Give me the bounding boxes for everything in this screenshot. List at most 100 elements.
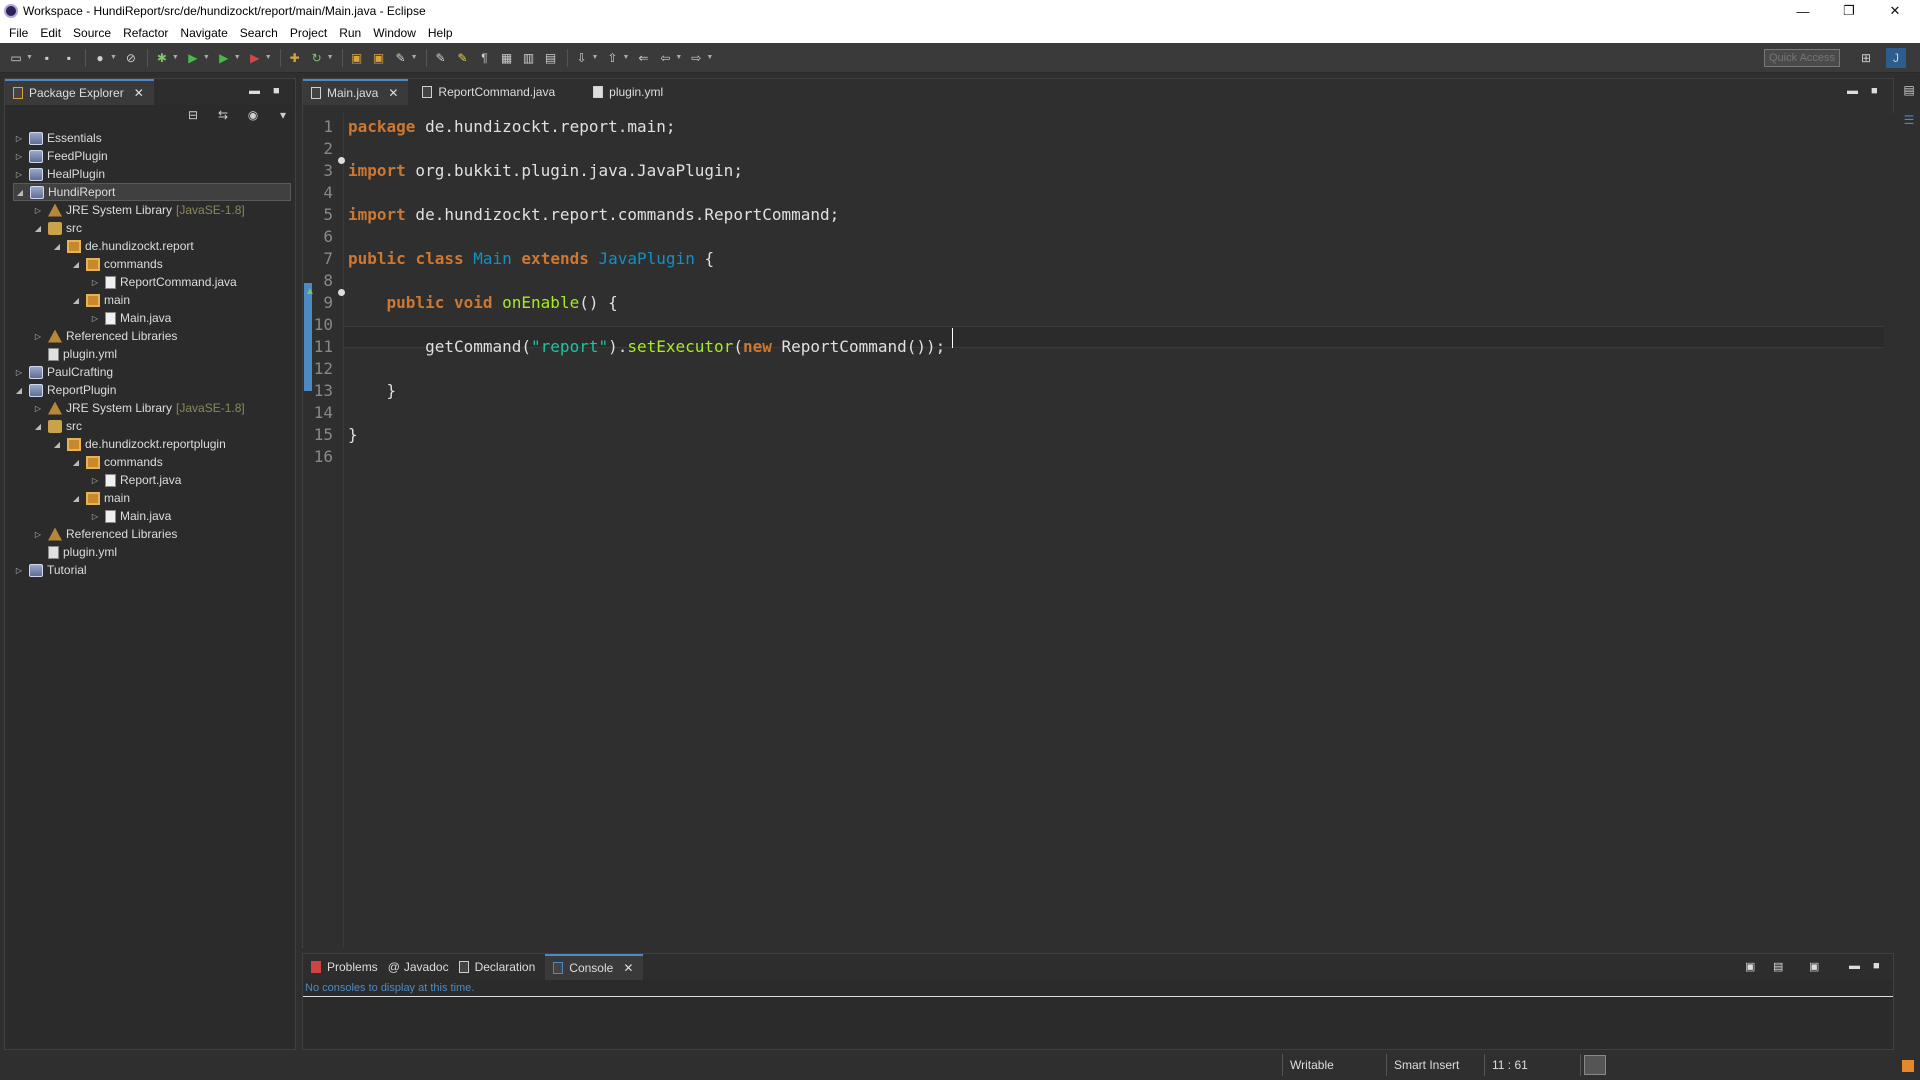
run-icon[interactable]: ▶ [185, 50, 201, 66]
close-window-button[interactable]: ✕ [1872, 0, 1918, 22]
tree-item[interactable]: ◢ main [70, 489, 130, 507]
coverage-dropdown-icon[interactable]: ▼ [234, 54, 241, 61]
new-dropdown-icon[interactable]: ▼ [26, 54, 33, 61]
expand-toggle-icon[interactable]: ◢ [13, 386, 25, 395]
highlight-icon[interactable]: ✎ [455, 50, 471, 66]
link-with-editor-icon[interactable]: ⇆ [215, 107, 231, 123]
toggle-breadcrumb-icon[interactable]: ▤ [543, 50, 559, 66]
search-dropdown-icon[interactable]: ▼ [411, 54, 418, 61]
menu-refactor[interactable]: Refactor [117, 26, 174, 40]
view-menu-icon[interactable]: ▾ [275, 107, 291, 123]
tree-item[interactable]: ▷ Tutorial [13, 561, 87, 579]
close-icon[interactable]: ✕ [134, 86, 144, 100]
expand-toggle-icon[interactable]: ◢ [70, 494, 82, 503]
external-tools-icon[interactable]: ▶ [247, 50, 263, 66]
skip-breakpoints-icon[interactable]: ⊘ [123, 50, 139, 66]
tree-item[interactable]: ◢ HundiReport [13, 183, 291, 201]
forward-dropdown-icon[interactable]: ▼ [706, 54, 713, 61]
tab-console[interactable]: Console ✕ [545, 954, 644, 980]
tree-item[interactable]: plugin.yml [32, 543, 117, 561]
tree-item[interactable]: ◢ de.hundizockt.reportplugin [51, 435, 226, 453]
expand-toggle-icon[interactable]: ◢ [70, 296, 82, 305]
show-whitespace-icon[interactable]: ▥ [521, 50, 537, 66]
notification-icon[interactable] [1902, 1060, 1914, 1072]
word-wrap-icon[interactable]: ¶ [477, 50, 493, 66]
expand-toggle-icon[interactable]: ◢ [14, 188, 26, 197]
expand-toggle-icon[interactable]: ▷ [32, 404, 44, 413]
expand-toggle-icon[interactable]: ▷ [13, 152, 25, 161]
menu-run[interactable]: Run [333, 26, 367, 40]
tab-declaration[interactable]: Declaration [458, 954, 546, 980]
new-package-icon[interactable]: ↻ [309, 50, 325, 66]
tab-javadoc[interactable]: @ Javadoc [388, 954, 459, 980]
focus-on-active-task-icon[interactable]: ◉ [245, 107, 261, 123]
outline-icon[interactable]: ☰ [1901, 112, 1917, 128]
trim-stack-icon[interactable] [1584, 1055, 1606, 1075]
menu-project[interactable]: Project [284, 26, 333, 40]
restore-button[interactable]: ❐ [1826, 0, 1872, 22]
previous-annotation-dropdown-icon[interactable]: ▼ [622, 54, 629, 61]
expand-toggle-icon[interactable]: ▷ [32, 530, 44, 539]
expand-toggle-icon[interactable]: ◢ [51, 242, 63, 251]
tree-item[interactable]: ◢ commands [70, 255, 163, 273]
menu-window[interactable]: Window [367, 26, 422, 40]
code-line[interactable]: public void onEnable() { [348, 293, 618, 312]
menu-search[interactable]: Search [234, 26, 284, 40]
tree-item[interactable]: ◢ de.hundizockt.report [51, 237, 194, 255]
code-line[interactable]: } [348, 381, 397, 400]
tab-main-java[interactable]: Main.java ✕ [303, 79, 409, 105]
fold-method-icon[interactable] [338, 289, 345, 296]
search-icon[interactable]: ✎ [393, 50, 409, 66]
close-icon[interactable]: ✕ [623, 961, 633, 975]
open-perspective-icon[interactable]: ⊞ [1858, 50, 1874, 66]
expand-toggle-icon[interactable]: ◢ [51, 440, 63, 449]
open-type-icon[interactable]: ▣ [349, 50, 365, 66]
menu-help[interactable]: Help [422, 26, 459, 40]
expand-toggle-icon[interactable]: ◢ [32, 224, 44, 233]
debug-run-icon[interactable]: ✱ [154, 50, 170, 66]
expand-toggle-icon[interactable]: ▷ [13, 134, 25, 143]
forward-icon[interactable]: ⇨ [688, 50, 704, 66]
block-selection-icon[interactable]: ▦ [499, 50, 515, 66]
back-icon[interactable]: ⇦ [657, 50, 673, 66]
external-tools-dropdown-icon[interactable]: ▼ [265, 54, 272, 61]
tree-item[interactable]: ▷ Essentials [13, 129, 102, 147]
tree-item[interactable]: ▷ ReportCommand.java [89, 273, 237, 291]
next-annotation-icon[interactable]: ⇩ [574, 50, 590, 66]
expand-toggle-icon[interactable]: ▷ [13, 368, 25, 377]
expand-toggle-icon[interactable]: ▷ [13, 566, 25, 575]
expand-toggle-icon[interactable]: ▷ [89, 278, 101, 287]
code-line[interactable]: getCommand("report").setExecutor(new Rep… [348, 337, 945, 356]
tree-item[interactable]: ▷ FeedPlugin [13, 147, 108, 165]
code-line[interactable]: public class Main extends JavaPlugin { [348, 249, 714, 268]
tab-plugin-yml[interactable]: plugin.yml [565, 79, 673, 105]
menu-edit[interactable]: Edit [34, 26, 67, 40]
code-line[interactable]: package de.hundizockt.report.main; [348, 117, 676, 136]
maximize-icon[interactable]: ■ [1871, 85, 1878, 97]
toggle-mark-occurrences-icon[interactable]: ✎ [433, 50, 449, 66]
tree-item[interactable]: ▷ Referenced Libraries [32, 327, 177, 345]
tree-item[interactable]: ▷ HealPlugin [13, 165, 105, 183]
expand-toggle-icon[interactable]: ▷ [32, 206, 44, 215]
coverage-icon[interactable]: ▶ [216, 50, 232, 66]
task-list-icon[interactable]: ▤ [1901, 82, 1917, 98]
tree-item[interactable]: ◢ src [32, 417, 82, 435]
expand-toggle-icon[interactable]: ◢ [32, 422, 44, 431]
tree-item[interactable]: ▷ JRE System Library [JavaSE-1.8] [32, 399, 245, 417]
tree-item[interactable]: ◢ commands [70, 453, 163, 471]
display-selected-console-icon[interactable]: ▣ [1745, 960, 1755, 973]
next-annotation-dropdown-icon[interactable]: ▼ [592, 54, 599, 61]
tree-item[interactable]: ▷ PaulCrafting [13, 363, 113, 381]
expand-toggle-icon[interactable]: ◢ [70, 260, 82, 269]
open-task-icon[interactable]: ▣ [371, 50, 387, 66]
last-edit-location-icon[interactable]: ⇐ [635, 50, 651, 66]
collapse-all-icon[interactable]: ⊟ [185, 107, 201, 123]
open-console-icon[interactable]: ▣ [1809, 960, 1819, 973]
expand-toggle-icon[interactable]: ▷ [89, 476, 101, 485]
tree-item[interactable]: ◢ main [70, 291, 130, 309]
code-editor[interactable]: 1 2 3 4 5 6 7 8 9 10 11 12 13 14 15 16 ▲ package de.hun… [304, 113, 1894, 948]
code-line[interactable]: import org.bukkit.plugin.java.JavaPlugin… [348, 161, 743, 180]
new-icon[interactable]: ▭ [8, 50, 24, 66]
minimize-icon[interactable]: ▬ [1847, 85, 1858, 97]
save-icon[interactable]: ▪ [39, 50, 55, 66]
